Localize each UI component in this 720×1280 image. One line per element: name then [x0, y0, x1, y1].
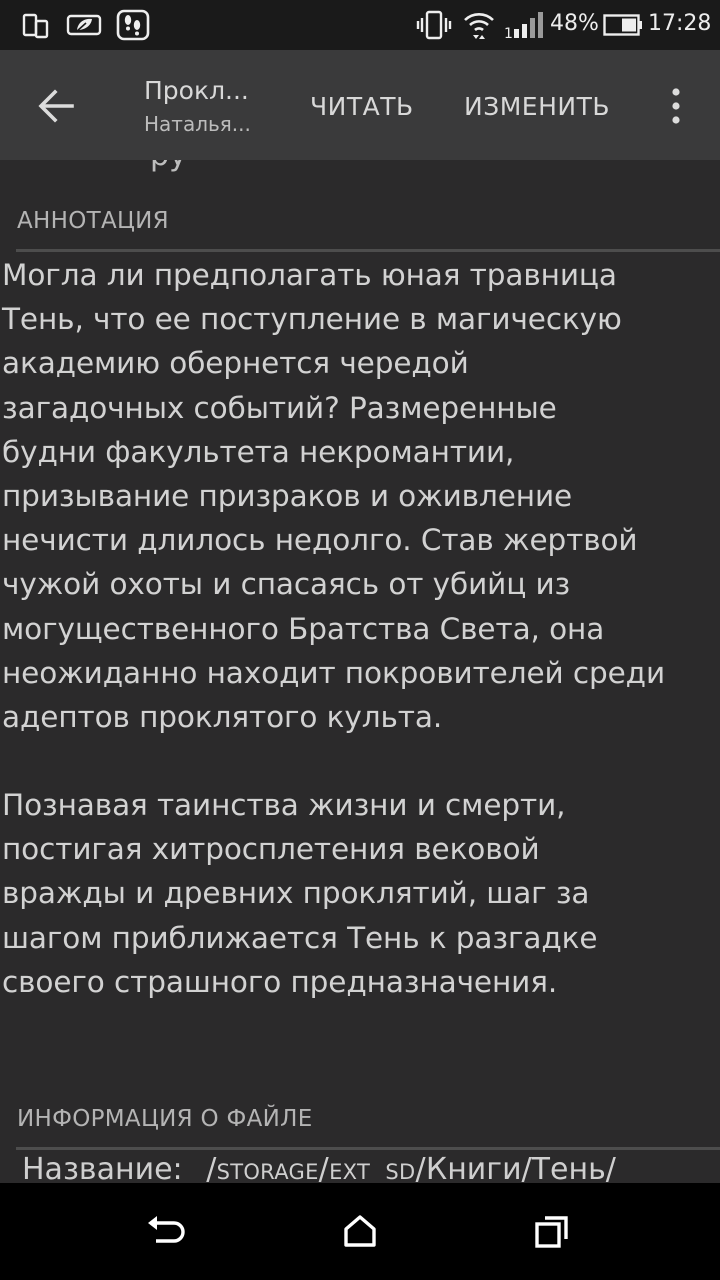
file-info-divider	[16, 1147, 720, 1150]
file-name-label: Название:	[22, 1152, 183, 1183]
file-path-folder: Книги/Тень/	[425, 1152, 616, 1183]
vibrate-icon	[416, 10, 452, 44]
file-info-header: ИНФОРМАЦИЯ О ФАЙЛЕ	[17, 1106, 313, 1132]
wifi-icon	[462, 8, 496, 46]
steps-notification-icon	[116, 9, 150, 45]
navigation-bar	[0, 1183, 720, 1280]
annotation-header: АННОТАЦИЯ	[17, 208, 169, 234]
battery-icon	[603, 14, 643, 40]
book-author: Наталья...	[144, 112, 251, 136]
file-path-prefix: /storage/ext_sd/	[206, 1152, 426, 1183]
status-bar: 1 48% 17:28	[0, 0, 720, 50]
read-button[interactable]: ЧИТАТЬ	[310, 92, 414, 121]
book-details-content[interactable]: ру АННОТАЦИЯ Могла ли предполагать юная …	[0, 160, 720, 1183]
leaf-notification-icon	[66, 12, 102, 42]
annotation-paragraph-2: Познавая таинства жизни и смерти, постиг…	[2, 788, 598, 999]
screen-mirror-icon	[22, 12, 50, 44]
battery-percent: 48%	[550, 11, 599, 36]
home-nav-icon[interactable]	[342, 1213, 378, 1253]
annotation-paragraph-1: Могла ли предполагать юная травница Тень…	[2, 258, 666, 735]
recent-apps-icon[interactable]	[534, 1213, 572, 1255]
app-toolbar: Прокл... Наталья... ЧИТАТЬ ИЗМЕНИТЬ	[0, 50, 720, 160]
signal-icon: 1	[504, 10, 544, 44]
book-title: Прокл...	[144, 76, 249, 105]
clock: 17:28	[648, 11, 712, 36]
annotation-divider	[16, 249, 720, 252]
edit-button[interactable]: ИЗМЕНИТЬ	[464, 92, 610, 121]
svg-text:1: 1	[504, 26, 513, 40]
back-nav-icon[interactable]	[146, 1213, 188, 1255]
truncated-previous-text: ру	[150, 160, 187, 173]
back-arrow-icon[interactable]	[36, 86, 76, 130]
file-name-row: Название: /storage/ext_sd/Книги/Тень/	[22, 1152, 616, 1183]
more-options-icon[interactable]	[664, 86, 688, 130]
